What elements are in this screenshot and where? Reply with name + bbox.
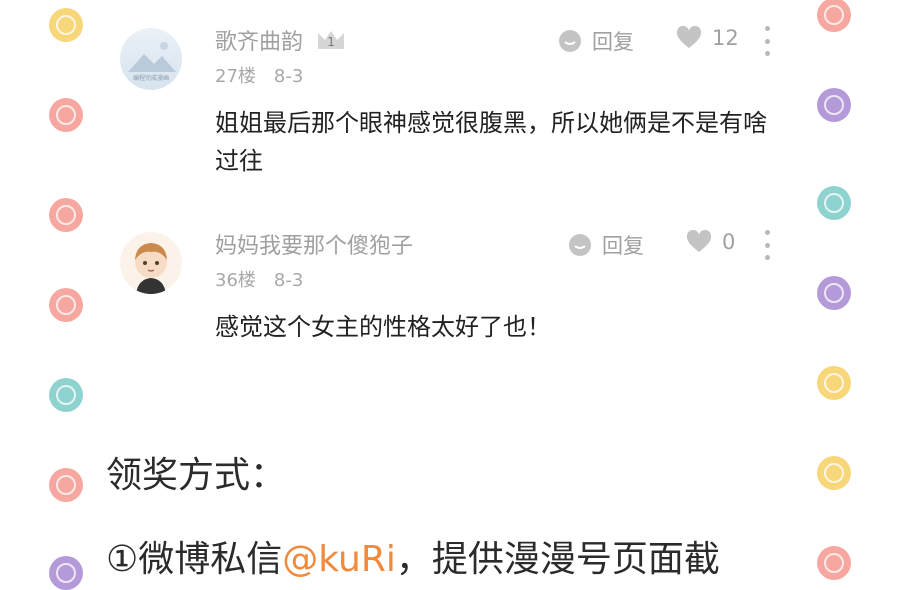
comment-floor: 27楼 bbox=[215, 66, 256, 87]
heart-icon bbox=[686, 230, 712, 252]
reply-label: 回复 bbox=[592, 30, 634, 54]
deco-dot-icon bbox=[49, 378, 83, 412]
avatar-caption: 编程完成漫画 bbox=[132, 75, 169, 82]
section-heading: 领奖方式： bbox=[106, 455, 287, 496]
comment-date: 8-3 bbox=[273, 66, 304, 87]
deco-dot-icon bbox=[817, 88, 851, 122]
deco-dot-icon bbox=[817, 276, 851, 310]
cartoon-boy-icon bbox=[135, 243, 167, 294]
section-line: ①微博私信@kuRi，提供漫漫号页面截 bbox=[106, 530, 720, 582]
comment-username[interactable]: 妈妈我要那个傻狍子 bbox=[215, 228, 413, 260]
like-button[interactable]: 0 bbox=[686, 230, 735, 254]
like-count: 0 bbox=[722, 230, 736, 254]
avatar[interactable]: 编程完成漫画 bbox=[120, 28, 182, 90]
comment-text: 感觉这个女主的性格太好了也！ bbox=[215, 313, 551, 341]
deco-dot-icon bbox=[49, 288, 83, 322]
line-prefix: ①微博私信 bbox=[106, 539, 283, 580]
more-options-icon[interactable] bbox=[765, 230, 771, 260]
deco-dot-icon bbox=[817, 0, 851, 32]
deco-dot-icon bbox=[49, 468, 83, 502]
crown-badge-icon: 1 bbox=[316, 29, 346, 51]
reply-bubble-icon bbox=[569, 234, 591, 256]
reply-button[interactable]: 回复 bbox=[558, 26, 634, 56]
mention-link[interactable]: @kuRi bbox=[282, 539, 396, 580]
comment-username-row: 歌齐曲韵 1 bbox=[215, 24, 346, 56]
comment-item: 编程完成漫画 歌齐曲韵 1 27楼 8-3 回复 12 姐姐最后那个眼神感觉很腹黑… bbox=[120, 24, 780, 194]
deco-dot-icon bbox=[49, 556, 83, 590]
avatar[interactable] bbox=[120, 232, 182, 294]
like-button[interactable]: 12 bbox=[676, 26, 739, 50]
reply-label: 回复 bbox=[602, 234, 644, 258]
crown-badge-number: 1 bbox=[327, 35, 335, 49]
comment-floor: 36楼 bbox=[215, 270, 256, 291]
deco-dot-icon bbox=[49, 8, 83, 42]
comment-username[interactable]: 歌齐曲韵 bbox=[215, 30, 303, 55]
deco-dot-icon bbox=[817, 186, 851, 220]
comment-item: 妈妈我要那个傻狍子 36楼 8-3 回复 0 感觉这个女主的性格太好了也！ bbox=[120, 228, 780, 358]
heart-icon bbox=[676, 26, 702, 48]
comment-date: 8-3 bbox=[273, 270, 304, 291]
deco-dot-icon bbox=[817, 546, 851, 580]
reply-bubble-icon bbox=[559, 30, 581, 52]
deco-dot-icon bbox=[49, 98, 83, 132]
deco-dot-icon bbox=[817, 366, 851, 400]
deco-dot-icon bbox=[817, 456, 851, 490]
like-count: 12 bbox=[712, 26, 739, 50]
line-suffix: ，提供漫漫号页面截 bbox=[395, 539, 720, 580]
more-options-icon[interactable] bbox=[765, 26, 771, 56]
comment-text: 姐姐最后那个眼神感觉很腹黑，所以她俩是不是有啥过往 bbox=[215, 109, 767, 175]
reply-button[interactable]: 回复 bbox=[568, 230, 644, 260]
comment-meta: 36楼 8-3 bbox=[215, 266, 303, 292]
deco-dot-icon bbox=[49, 198, 83, 232]
comment-meta: 27楼 8-3 bbox=[215, 62, 303, 88]
